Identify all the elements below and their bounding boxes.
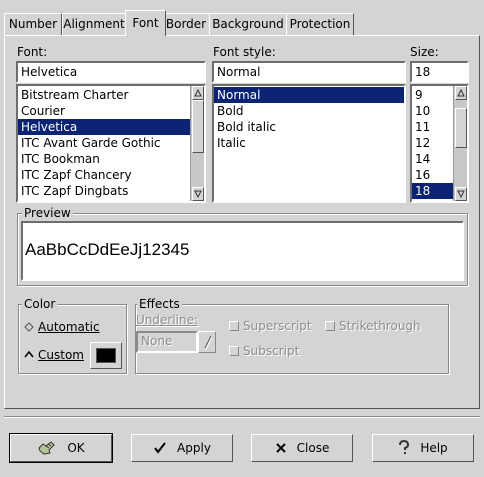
font-style-list-rows: Normal Bold Bold italic Italic	[214, 87, 404, 151]
apply-label: Apply	[177, 441, 211, 455]
tab-font[interactable]: Font	[125, 10, 166, 36]
font-list-rows: Bitstream Charter Courier Helvetica ITC Ava…	[18, 87, 190, 199]
color-swatch	[96, 348, 116, 363]
font-list-scrollbar[interactable]	[190, 86, 204, 201]
font-style-list[interactable]: Normal Bold Bold italic Italic	[212, 84, 406, 203]
font-name-input[interactable]: Helvetica	[16, 61, 206, 83]
tab-number[interactable]: Number	[4, 13, 62, 35]
superscript-checkbox[interactable]: Superscript	[229, 319, 312, 333]
apply-button[interactable]: Apply	[131, 434, 233, 462]
help-button[interactable]: Help	[372, 434, 474, 462]
checkmark-icon	[154, 442, 166, 454]
strikethrough-label: Strikethrough	[339, 319, 421, 333]
automatic-label: Automatic	[38, 320, 100, 334]
font-list-item[interactable]: Bitstream Charter	[18, 87, 190, 103]
help-label: Help	[420, 441, 448, 455]
strikethrough-checkbox[interactable]: Strikethrough	[325, 319, 421, 333]
color-title: Color	[22, 297, 58, 311]
size-list-scrollbar[interactable]	[453, 86, 467, 201]
scroll-thumb[interactable]	[192, 100, 204, 153]
superscript-label: Superscript	[243, 319, 312, 333]
preview-sample-text: AaBbCcDdEeJj12345	[25, 240, 190, 259]
font-style-list-item[interactable]: Italic	[214, 135, 404, 151]
close-button[interactable]: Close	[251, 434, 353, 462]
tab-background[interactable]: Background	[209, 13, 287, 35]
tab-label: Border	[165, 17, 207, 31]
subscript-label: Subscript	[243, 344, 300, 358]
font-size-list-item[interactable]: 9	[412, 87, 453, 103]
font-list-item[interactable]: Helvetica	[18, 119, 190, 135]
ok-button[interactable]: OK	[10, 434, 112, 462]
font-size-list-item[interactable]: 12	[412, 135, 453, 151]
checkbox-indicator-icon	[229, 346, 239, 356]
automatic-radio[interactable]: Automatic	[24, 320, 100, 334]
underline-combo-button[interactable]	[198, 331, 216, 353]
font-size-list[interactable]: 9 10 11 12 14 16 18	[410, 84, 469, 203]
tab-label: Number	[8, 17, 58, 31]
custom-label: Custom	[38, 348, 84, 362]
preview-title: Preview	[22, 206, 73, 220]
checkbox-indicator-icon	[325, 321, 335, 331]
font-style-list-item[interactable]: Bold italic	[214, 119, 404, 135]
font-list-item[interactable]: ITC Avant Garde Gothic	[18, 135, 190, 151]
font-size-input[interactable]: 18	[410, 61, 469, 83]
button-separator	[4, 416, 480, 418]
font-style-input[interactable]: Normal	[212, 61, 406, 83]
font-style-label: Font style:	[213, 45, 276, 59]
custom-radio[interactable]: Custom	[24, 348, 84, 362]
scroll-up-arrow[interactable]	[455, 86, 467, 100]
font-size-list-rows: 9 10 11 12 14 16 18	[412, 87, 453, 199]
font-size-list-item[interactable]: 14	[412, 151, 453, 167]
effects-title: Effects	[137, 297, 182, 311]
tab-label: Background	[212, 17, 284, 31]
radio-indicator-icon	[24, 322, 34, 332]
ok-hand-icon	[38, 441, 56, 455]
font-style-list-item[interactable]: Normal	[214, 87, 404, 103]
font-size-list-item[interactable]: 11	[412, 119, 453, 135]
font-label: Font:	[17, 45, 48, 59]
scroll-down-arrow[interactable]	[455, 187, 467, 201]
font-size-list-item[interactable]: 16	[412, 167, 453, 183]
close-label: Close	[296, 441, 330, 455]
tab-label: Alignment	[63, 17, 125, 31]
font-list-item[interactable]: ITC Zapf Chancery	[18, 167, 190, 183]
font-list-item[interactable]: ITC Zapf Dingbats	[18, 183, 190, 199]
preview-area: AaBbCcDdEeJj12345	[21, 221, 464, 281]
size-label: Size:	[410, 45, 439, 59]
help-question-icon	[399, 440, 410, 454]
underline-label: Underline:	[136, 313, 199, 327]
scroll-thumb[interactable]	[455, 108, 467, 148]
underline-combo-input[interactable]: None	[136, 331, 198, 353]
scroll-down-arrow[interactable]	[192, 187, 204, 201]
tab-bar: Number Alignment Font Border Background …	[4, 10, 356, 36]
font-size-list-item[interactable]: 18	[412, 183, 453, 199]
tab-border[interactable]: Border	[162, 13, 210, 35]
font-list-item[interactable]: ITC Bookman	[18, 151, 190, 167]
subscript-checkbox[interactable]: Subscript	[229, 344, 299, 358]
ok-label: OK	[67, 441, 85, 455]
color-picker-button[interactable]	[90, 342, 122, 369]
tab-alignment[interactable]: Alignment	[62, 13, 126, 35]
font-style-list-item[interactable]: Bold	[214, 103, 404, 119]
font-size-list-item[interactable]: 10	[412, 103, 453, 119]
tab-protection[interactable]: Protection	[286, 13, 354, 35]
close-icon	[275, 443, 286, 453]
checkbox-indicator-icon	[229, 321, 239, 331]
radio-selected-icon	[24, 350, 34, 358]
tab-label: Font	[132, 16, 159, 30]
combo-arrow-icon	[204, 335, 213, 349]
scroll-up-arrow[interactable]	[192, 86, 204, 100]
tab-label: Protection	[289, 17, 351, 31]
font-list-item[interactable]: Courier	[18, 103, 190, 119]
font-list[interactable]: Bitstream Charter Courier Helvetica ITC Ava…	[16, 84, 206, 203]
